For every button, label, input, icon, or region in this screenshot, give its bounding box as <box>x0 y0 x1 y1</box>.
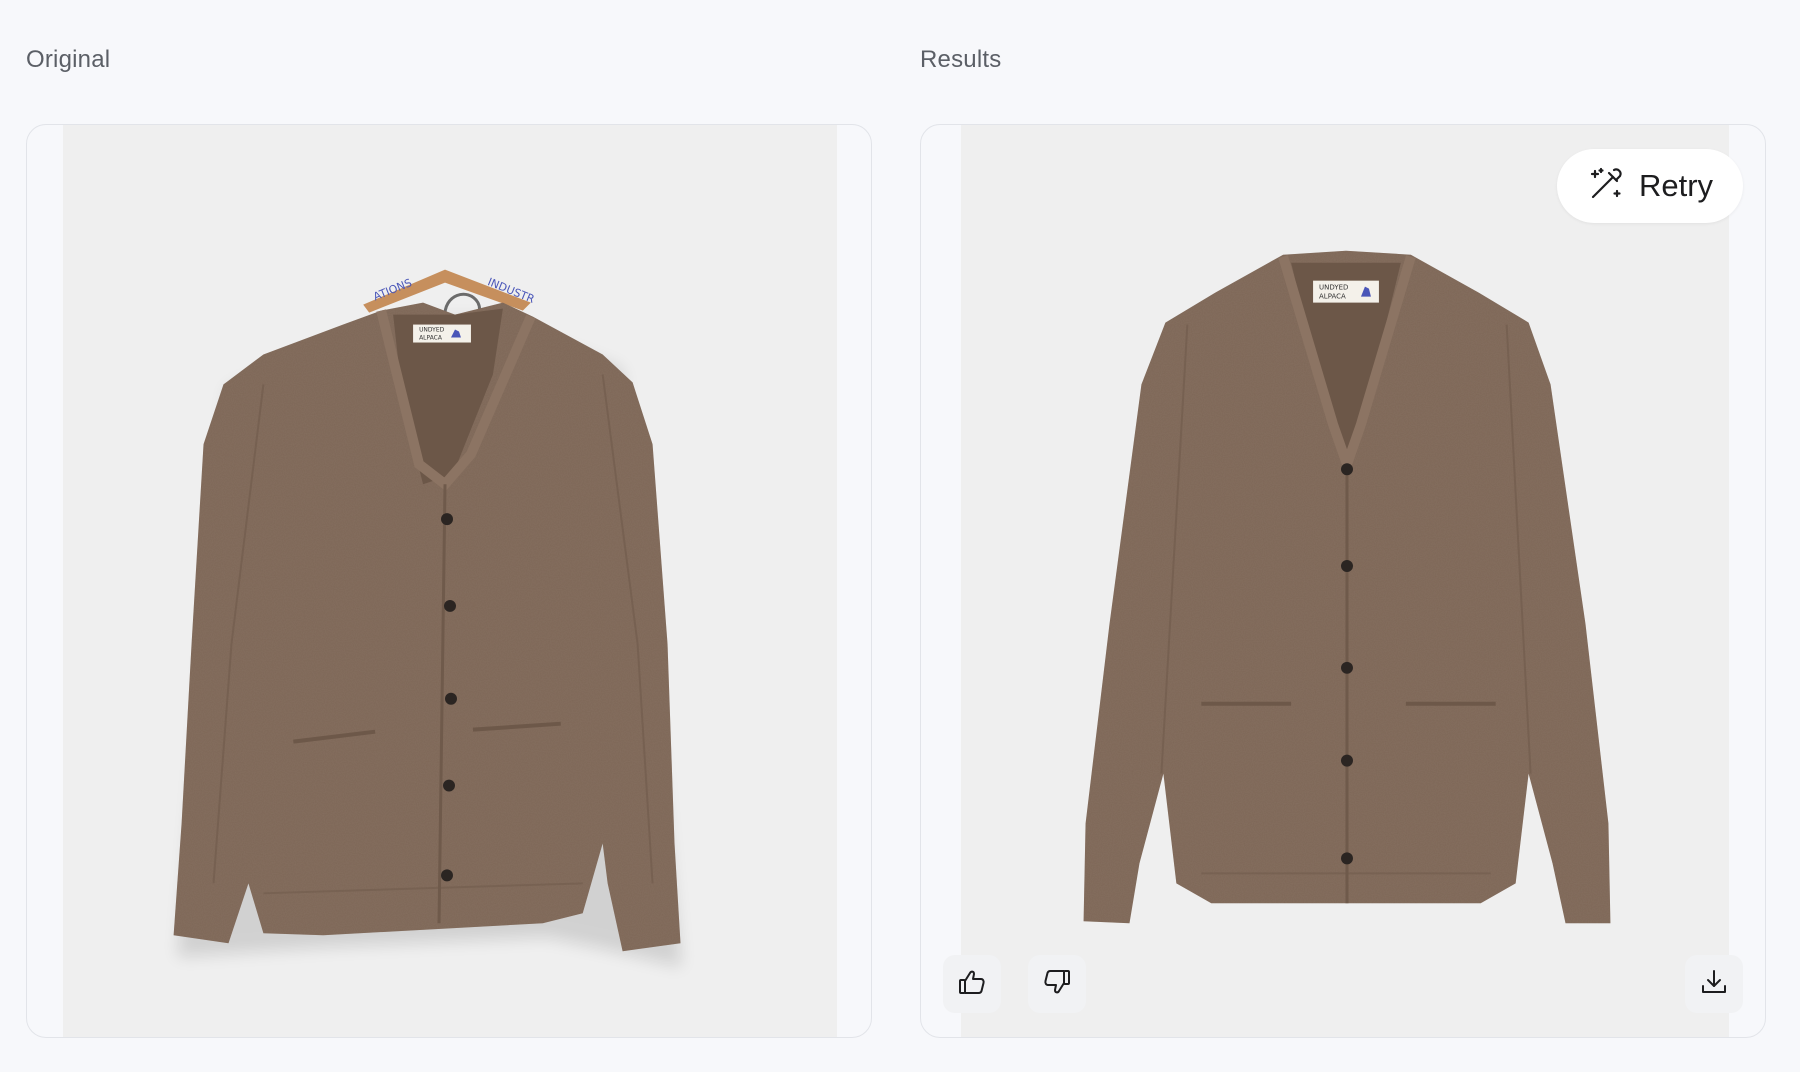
original-image: ATIONS INDUSTR UNDYED ALPACA <box>63 125 837 1037</box>
retry-label: Retry <box>1638 168 1714 203</box>
retry-button[interactable]: Retry <box>1557 149 1743 223</box>
results-label: Results <box>920 46 1002 73</box>
dislike-button[interactable] <box>1028 955 1086 1013</box>
download-button[interactable] <box>1685 955 1743 1013</box>
results-card: UNDYED ALPACA Retry <box>920 124 1766 1038</box>
thumbs-up-icon <box>957 967 987 1002</box>
result-image: UNDYED ALPACA <box>961 125 1729 1037</box>
magic-wand-icon <box>1587 165 1625 208</box>
original-card: ATIONS INDUSTR UNDYED ALPACA <box>26 124 872 1038</box>
tag-line2: ALPACA <box>419 335 443 342</box>
tag-line1: UNDYED <box>419 327 445 334</box>
original-label: Original <box>26 46 111 73</box>
thumbs-down-icon <box>1042 967 1072 1002</box>
like-button[interactable] <box>943 955 1001 1013</box>
result-tag-line2: ALPACA <box>1319 293 1346 301</box>
result-tag-line1: UNDYED <box>1319 284 1348 292</box>
download-icon <box>1699 967 1729 1002</box>
